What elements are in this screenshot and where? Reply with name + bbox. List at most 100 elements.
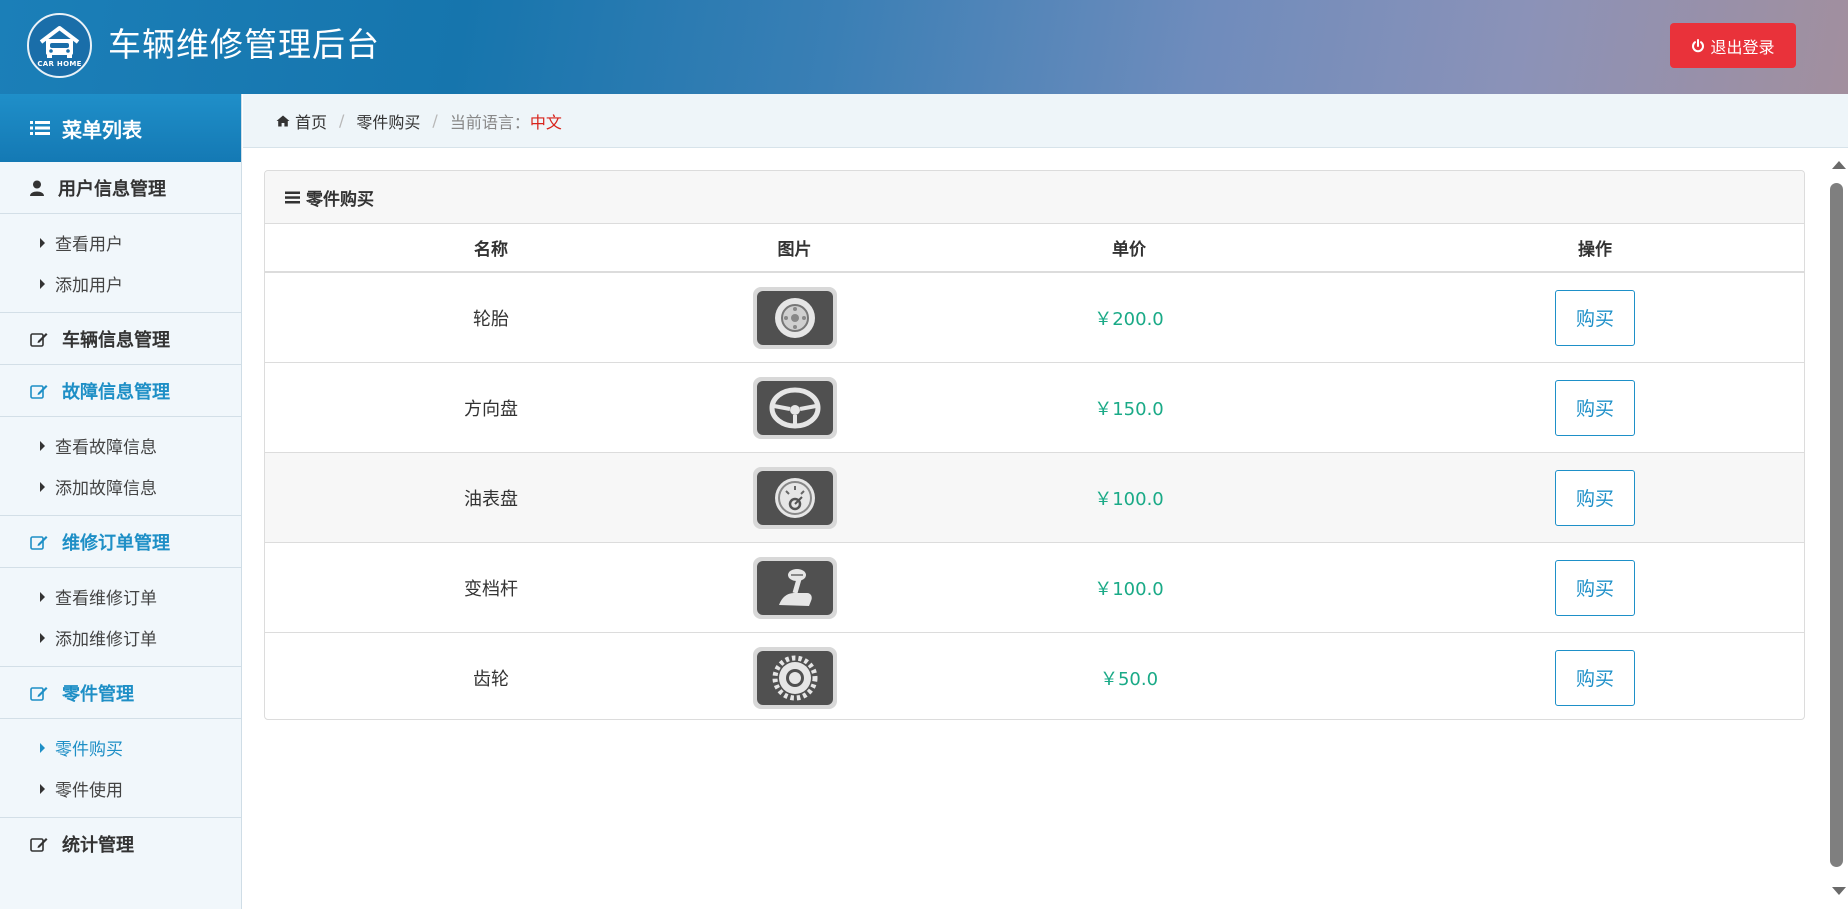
part-price: ￥200.0: [872, 272, 1386, 363]
part-price: ￥50.0: [1099, 668, 1159, 690]
caret-right-icon: [40, 237, 45, 248]
breadcrumb-home[interactable]: 首页: [276, 109, 327, 133]
table-header-row: 名称 图片 单价 操作: [265, 224, 1804, 273]
part-image: [752, 466, 837, 529]
part-image-cell: [717, 272, 872, 363]
sidebar-item-label: 添加用户: [55, 276, 123, 296]
scrollbar-thumb[interactable]: [1830, 183, 1843, 867]
gear-icon: [772, 655, 817, 700]
scroll-down-arrow-icon[interactable]: [1832, 887, 1846, 895]
sidebar-item-label: 查看维修订单: [55, 589, 157, 609]
sidebar-item-add-fault[interactable]: 添加故障信息: [0, 466, 241, 507]
sidebar-section-label: 用户信息管理: [58, 178, 166, 200]
buy-button[interactable]: 购买: [1555, 469, 1635, 526]
language-label: 当前语言：: [449, 112, 530, 132]
part-image-cell: [717, 452, 872, 543]
edit-icon: [30, 535, 48, 550]
part-price: ￥150.0: [872, 362, 1386, 453]
sidebar-section-statistics[interactable]: 统计管理: [0, 818, 241, 870]
caret-right-icon: [40, 440, 45, 451]
edit-icon: [30, 686, 48, 701]
menu-title-label: 菜单列表: [62, 117, 142, 142]
action-cell: 购买: [1386, 272, 1804, 363]
table-row: 油表盘 ￥100.0 购买: [265, 452, 1804, 543]
part-image: [752, 646, 837, 709]
app-title: 车辆维修管理后台: [108, 25, 380, 64]
breadcrumb-separator: /: [432, 111, 438, 130]
caret-right-icon: [40, 783, 45, 794]
home-icon: [276, 115, 290, 126]
buy-button[interactable]: 购买: [1555, 649, 1635, 706]
sidebar: 菜单列表 用户信息管理 查看用户 添加用户 车辆信息管理 故障信息管理 查看故障…: [0, 94, 242, 909]
action-cell: 购买: [1386, 633, 1804, 723]
sidebar-item-label: 零件使用: [55, 781, 123, 801]
table-row: 轮胎 ￥200.0 购买: [265, 272, 1804, 363]
buy-button[interactable]: 购买: [1555, 289, 1635, 346]
part-name: 油表盘: [265, 452, 717, 543]
caret-right-icon: [40, 591, 45, 602]
scroll-up-arrow-icon[interactable]: [1832, 161, 1846, 169]
table-row: 方向盘 ￥150.0 购买: [265, 362, 1804, 453]
user-icon: [30, 180, 44, 196]
caret-right-icon: [40, 481, 45, 492]
tire-icon: [774, 297, 815, 338]
column-header-action: 操作: [1386, 224, 1804, 273]
sidebar-sublist-repair-order: 查看维修订单 添加维修订单: [0, 568, 241, 667]
edit-icon: [30, 384, 48, 399]
sidebar-item-label: 添加故障信息: [55, 479, 157, 499]
sidebar-item-parts-purchase[interactable]: 零件购买: [0, 727, 241, 768]
sidebar-section-label: 零件管理: [62, 683, 134, 705]
breadcrumb-current[interactable]: 零件购买: [356, 109, 420, 133]
sidebar-section-parts[interactable]: 零件管理: [0, 667, 241, 719]
caret-right-icon: [40, 632, 45, 643]
parts-table: 名称 图片 单价 操作 轮胎 ￥200.0 购买 方向盘 ￥150.0 购买 油…: [265, 224, 1804, 722]
gear-shift-icon: [778, 568, 812, 606]
part-price: ￥100.0: [872, 542, 1386, 633]
buy-button[interactable]: 购买: [1555, 559, 1635, 616]
part-name: 轮胎: [265, 272, 717, 363]
edit-icon: [30, 332, 48, 347]
panel-header: 零件购买: [265, 171, 1804, 224]
sidebar-item-view-user[interactable]: 查看用户: [0, 222, 241, 263]
part-name: 方向盘: [265, 362, 717, 453]
buy-button[interactable]: 购买: [1555, 379, 1635, 436]
part-image-cell: [717, 633, 872, 723]
language-value[interactable]: 中文: [530, 109, 562, 133]
caret-right-icon: [40, 278, 45, 289]
menu-title: 菜单列表: [0, 94, 241, 162]
part-image-cell: [717, 362, 872, 453]
menu-bars-icon: [285, 191, 300, 203]
sidebar-item-add-repair-order[interactable]: 添加维修订单: [0, 617, 241, 658]
part-image: [752, 376, 837, 439]
part-name: 变档杆: [265, 542, 717, 633]
logout-button[interactable]: 退出登录: [1670, 23, 1796, 68]
breadcrumb-separator: /: [339, 111, 345, 130]
sidebar-section-fault[interactable]: 故障信息管理: [0, 365, 241, 417]
action-cell: 购买: [1386, 452, 1804, 543]
top-header: CAR HOME 车辆维修管理后台 退出登录: [0, 0, 1848, 94]
column-header-image: 图片: [717, 224, 872, 273]
logo-text: CAR HOME: [37, 60, 82, 68]
part-price: ￥100.0: [872, 452, 1386, 543]
sidebar-item-label: 查看用户: [55, 235, 123, 255]
fuel-gauge-icon: [774, 477, 815, 518]
list-icon: [30, 121, 50, 135]
sidebar-item-view-repair-order[interactable]: 查看维修订单: [0, 576, 241, 617]
sidebar-section-repair-order[interactable]: 维修订单管理: [0, 516, 241, 568]
sidebar-item-view-fault[interactable]: 查看故障信息: [0, 425, 241, 466]
action-cell: 购买: [1386, 542, 1804, 633]
sidebar-item-add-user[interactable]: 添加用户: [0, 263, 241, 304]
sidebar-item-parts-usage[interactable]: 零件使用: [0, 768, 241, 809]
table-row: 变档杆 ￥100.0 购买: [265, 542, 1804, 633]
sidebar-section-label: 故障信息管理: [62, 381, 170, 403]
sidebar-section-user[interactable]: 用户信息管理: [0, 162, 241, 214]
action-cell: 购买: [1386, 362, 1804, 453]
part-image: [752, 286, 837, 349]
breadcrumb: 首页 / 零件购买 / 当前语言： 中文: [243, 94, 1848, 148]
caret-right-icon: [40, 742, 45, 753]
part-image-cell: [717, 542, 872, 633]
power-icon: [1692, 38, 1705, 52]
vertical-scrollbar[interactable]: [1828, 155, 1848, 909]
sidebar-section-vehicle[interactable]: 车辆信息管理: [0, 313, 241, 365]
edit-icon: [30, 838, 48, 852]
